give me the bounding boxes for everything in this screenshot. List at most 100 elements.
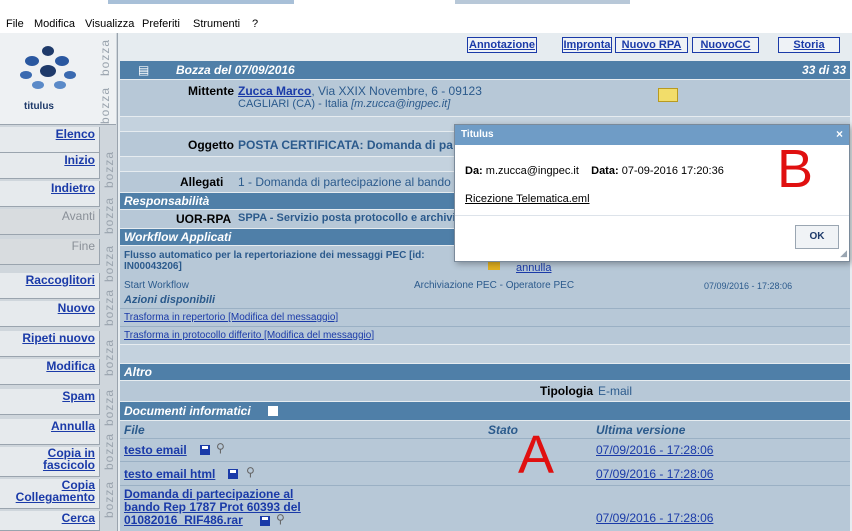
dialog-file-link[interactable]: Ricezione Telematica.eml [465,193,590,205]
mittente-panel: Mittente Zucca Marco, Via XXIX Novembre,… [120,80,850,116]
divider [120,438,850,439]
nuovo-rpa-button[interactable]: Nuovo RPA [615,37,688,53]
sidebar-item-elenco[interactable]: Elenco [0,127,100,153]
top-strip-accent [108,0,294,4]
sidebar-item-cerca[interactable]: Cerca [0,511,100,531]
menu-bar: File Modifica Visualizza Preferiti Strum… [0,16,852,33]
documenti-header: Documenti informatici [120,402,850,420]
menu-visualizza[interactable]: Visualizza [85,18,134,30]
tipologia-value: E-mail [598,384,633,398]
azione-repertorio-link[interactable]: Trasforma in repertorio [Modifica del me… [124,312,338,323]
archiviazione-step: Archiviazione PEC - Operatore PEC [414,280,575,291]
menu-preferiti[interactable]: Preferiti [142,18,180,30]
envelope-icon[interactable] [658,88,678,102]
ok-button[interactable]: OK [795,225,839,249]
menu-file[interactable]: File [6,18,24,30]
top-strip-accent [455,0,630,4]
document-type-icon: ▤ [138,63,150,77]
mittente-name-link[interactable]: Zucca Marco [238,84,311,98]
sidebar-item-inizio[interactable]: Inizio [0,153,100,179]
version-link[interactable]: 07/09/2016 - 17:28:06 [596,443,713,457]
attachment-icon[interactable]: ⚲ [246,465,255,479]
flow-line-2: IN00043206] [124,261,182,272]
workflow-date: 07/09/2016 - 17:28:06 [704,281,793,291]
record-counter: 33 di 33 [801,63,846,77]
uor-rpa-value: SPPA - Servizio posta protocollo e archi… [238,212,463,224]
da-value: m.zucca@ingpec.it [485,165,579,177]
attachment-icon[interactable]: ⚲ [276,512,285,526]
sidebar-item-avanti: Avanti [0,209,100,235]
version-link[interactable]: 07/09/2016 - 17:28:06 [596,467,713,481]
file-link-testo-email-html[interactable]: testo email html [124,467,215,481]
bozza-stamp: bozza [102,197,116,235]
file-name-line: 01082016_RIF486.rar [124,513,243,527]
azione-protocollo-link[interactable]: Trasforma in protocollo differito [Modif… [124,330,374,341]
bozza-stamp: bozza [102,433,116,471]
sidebar-item-copia-in-fascicolo[interactable]: Copia in fascicolo [0,447,100,477]
close-icon[interactable]: × [836,127,843,141]
mittente-city-line: CAGLIARI (CA) - Italia [m.zucca@ingpec.i… [238,98,450,110]
annotazione-button[interactable]: Annotazione [467,37,537,53]
sidebar-item-spam[interactable]: Spam [0,389,100,415]
logo: titulus bozza bozza [0,33,116,125]
altro-panel: Tipologia E-mail [120,381,850,401]
titulus-logo-icon [20,46,76,89]
bozza-stamp: bozza [98,87,112,125]
flow-line-1: Flusso automatico per la repertoriazione… [124,250,425,261]
storia-button[interactable]: Storia [778,37,840,53]
impronta-button[interactable]: Impronta [562,37,612,53]
col-stato: Stato [488,423,518,437]
sidebar-item-annulla[interactable]: Annulla [0,419,100,445]
file-link-domanda[interactable]: Domanda di partecipazione al bando Rep 1… [124,488,301,527]
da-label: Da: [465,165,483,177]
menu-modifica[interactable]: Modifica [34,18,75,30]
menu-help[interactable]: ? [252,18,258,30]
divider [120,326,850,327]
mittente-value: Zucca Marco, Via XXIX Novembre, 6 - 0912… [238,84,482,98]
bozza-stamp: bozza [102,245,116,283]
tipologia-label: Tipologia [540,384,594,398]
save-icon[interactable] [260,516,270,526]
col-ultima-versione: Ultima versione [596,423,686,437]
documenti-title: Documenti informatici [124,404,251,418]
sidebar-item-raccoglitori[interactable]: Raccoglitori [0,273,100,299]
data-value: 07-09-2016 17:20:36 [621,165,724,177]
bozza-stamp: bozza [102,389,116,427]
dialog-info: Da: m.zucca@ingpec.it Data: 07-09-2016 1… [465,165,724,177]
sidebar-item-ripeti-nuovo[interactable]: Ripeti nuovo [0,331,100,357]
save-icon[interactable] [268,406,278,416]
sidebar-item-fine: Fine [0,239,100,265]
altro-header: Altro [120,364,850,380]
bozza-stamp: bozza [102,151,116,189]
file-link-testo-email[interactable]: testo email [124,443,187,457]
mittente-address: , Via XXIX Novembre, 6 - 09123 [311,84,482,98]
bozza-stamp: bozza [102,289,116,327]
menu-strumenti[interactable]: Strumenti [193,18,240,30]
bozza-stamp: bozza [98,39,112,77]
version-link[interactable]: 07/09/2016 - 17:28:06 [596,511,713,525]
logo-text: titulus [24,101,54,112]
sidebar-item-indietro[interactable]: Indietro [0,181,100,207]
altro-title: Altro [124,365,152,379]
uor-rpa-label: UOR-RPA [176,212,232,226]
mittente-email: [m.zucca@ingpec.it] [351,98,451,110]
sidebar: titulus bozza bozza Elenco Inizio Indiet… [0,33,118,531]
oggetto-label: Oggetto [188,138,234,152]
sidebar-item-copia-collegamento[interactable]: Copia Collegamento [0,479,100,509]
top-strip [0,0,852,16]
mittente-label: Mittente [188,84,234,98]
col-file: File [124,423,145,437]
dialog-separator [455,215,849,216]
nuovo-cc-button[interactable]: NuovoCC [692,37,759,53]
oggetto-value: POSTA CERTIFICATA: Domanda di pa [238,138,453,152]
annulla-link[interactable]: annulla [516,262,551,274]
resize-handle-icon[interactable]: ◢ [840,248,847,259]
save-icon[interactable] [228,469,238,479]
workflow-title: Workflow Applicati [124,230,232,244]
sidebar-item-nuovo[interactable]: Nuovo [0,301,100,327]
save-icon[interactable] [200,445,210,455]
sidebar-item-modifica[interactable]: Modifica [0,359,100,385]
attachment-icon[interactable]: ⚲ [216,441,225,455]
divider [120,461,850,462]
documenti-panel: File Stato Ultima versione testo email ⚲… [120,421,850,531]
